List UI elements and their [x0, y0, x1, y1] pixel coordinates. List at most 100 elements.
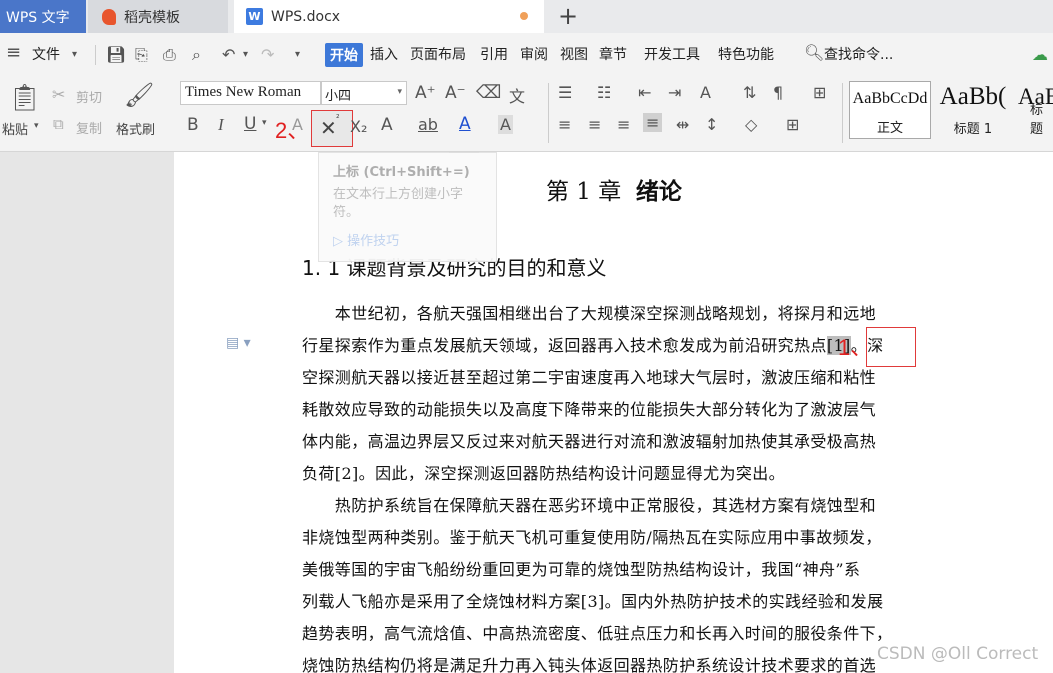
- font-size-value: 小四: [325, 89, 352, 104]
- chevron-down-icon[interactable]: ▾: [243, 49, 248, 60]
- shading-icon[interactable]: ◇: [745, 115, 757, 134]
- document-area: 第 1 章 绪论 1. 1 课题背景及研究的目的和意义 本世纪初，各航天强国相继…: [0, 152, 1053, 673]
- bold-button[interactable]: B: [187, 115, 199, 135]
- style-sample: AaBbCcDd: [852, 90, 928, 107]
- line-spacing-icon[interactable]: ↕: [705, 115, 718, 134]
- redo-icon[interactable]: ↷: [261, 45, 274, 64]
- justify-icon[interactable]: ≡: [643, 113, 663, 132]
- chinese-layout-icon[interactable]: A: [700, 83, 711, 102]
- tab-document[interactable]: W WPS.docx: [234, 0, 544, 33]
- export-icon[interactable]: ⎘: [135, 45, 148, 65]
- step-1-annotation: 1、: [838, 335, 873, 360]
- format-painter-icon[interactable]: 🖌︎: [124, 81, 154, 109]
- menu-view[interactable]: 视图: [560, 44, 588, 64]
- format-painter-button[interactable]: 格式刷: [116, 119, 155, 138]
- style-heading-1[interactable]: AaBb( 标题 1: [934, 81, 1012, 139]
- phonetic-guide-icon[interactable]: 文: [509, 83, 525, 107]
- tooltip-tips-link[interactable]: ▷ 操作技巧: [333, 230, 482, 249]
- menu-file[interactable]: 文件: [32, 44, 60, 64]
- menu-review[interactable]: 审阅: [520, 44, 548, 64]
- unsaved-dot-icon: [520, 12, 528, 20]
- tab-label: WPS 文字: [6, 9, 70, 26]
- highlight-icon[interactable]: ab: [418, 115, 438, 134]
- chapter-name: 绪论: [635, 179, 682, 205]
- text-line: 热防护系统旨在保障航天器在恶劣环境中正常服役，其选材方案有烧蚀型和: [302, 496, 877, 515]
- align-left-icon[interactable]: ≡: [558, 115, 571, 134]
- hamburger-icon[interactable]: ≡: [6, 42, 21, 63]
- style-heading[interactable]: AaB 标题: [1018, 81, 1053, 139]
- show-marks-icon[interactable]: ¶: [773, 83, 783, 102]
- divider: [548, 83, 549, 143]
- superscript-button[interactable]: ✕ ²: [311, 110, 353, 147]
- shrink-font-icon[interactable]: A⁻: [445, 83, 466, 103]
- paragraph-tool-icon[interactable]: ▤ ▾: [226, 335, 251, 351]
- tab-label: WPS.docx: [271, 8, 341, 25]
- menu-features[interactable]: 特色功能: [718, 44, 774, 64]
- save-icon[interactable]: 💾︎: [106, 45, 126, 64]
- align-right-icon[interactable]: ≡: [617, 115, 630, 134]
- chapter-number: 第 1 章: [546, 179, 622, 205]
- print-preview-icon[interactable]: ⌕: [192, 45, 201, 65]
- scissors-icon[interactable]: ✂: [52, 85, 65, 104]
- increase-indent-icon[interactable]: ⇥: [668, 83, 681, 102]
- menu-bar: ≡ 文件 ▾ 💾︎ ⎘ ⎙ ⌕ ↶ ▾ ↷ ▾ 开始 插入 页面布局 引用 审阅…: [0, 33, 1053, 77]
- document-page[interactable]: 第 1 章 绪论 1. 1 课题背景及研究的目的和意义 本世纪初，各航天强国相继…: [174, 152, 1053, 673]
- chevron-down-icon[interactable]: ▾: [34, 121, 39, 131]
- clear-format-icon[interactable]: ⌫: [476, 82, 501, 103]
- text-line: 列载人飞船亦是采用了全烧蚀材料方案[3]。国内外热防护技术的实践经验和发展: [302, 592, 884, 611]
- tooltip-description: 在文本行上方创建小字符。: [333, 187, 464, 220]
- copy-button[interactable]: 复制: [76, 118, 102, 137]
- text-line: 非烧蚀型两种类别。鉴于航天飞机可重复使用防/隔热瓦在实际应用中事故频发，: [302, 528, 882, 547]
- tab-wps-writer[interactable]: WPS 文字: [0, 0, 86, 33]
- sort-icon[interactable]: ⇅: [743, 83, 756, 102]
- superscript-tooltip: 上标 (Ctrl+Shift+=) 在文本行上方创建小字符。 ▷ 操作技巧: [318, 152, 497, 262]
- menu-developer[interactable]: 开发工具: [644, 44, 700, 64]
- font-name-select[interactable]: Times New Roman: [180, 81, 321, 105]
- menu-start[interactable]: 开始: [325, 43, 363, 67]
- font-size-select[interactable]: 小四 ▾: [321, 81, 407, 105]
- bullet-list-icon[interactable]: ☰: [558, 83, 572, 102]
- chevron-down-icon[interactable]: ▾: [295, 49, 300, 60]
- menu-page-layout[interactable]: 页面布局: [410, 44, 466, 64]
- font-color-icon[interactable]: A: [459, 114, 471, 134]
- align-center-icon[interactable]: ≡: [588, 115, 601, 134]
- text-effect-icon[interactable]: A: [381, 115, 393, 135]
- search-command[interactable]: 查找命令...: [824, 44, 893, 64]
- decrease-indent-icon[interactable]: ⇤: [638, 83, 651, 102]
- italic-button[interactable]: I: [218, 115, 224, 135]
- cloud-icon[interactable]: ☁: [1032, 45, 1048, 64]
- paste-icon[interactable]: 📋︎: [8, 83, 41, 113]
- paste-button[interactable]: 粘贴: [2, 119, 28, 138]
- char-shading-icon[interactable]: A: [498, 115, 513, 134]
- copy-icon[interactable]: ⧉: [53, 115, 64, 133]
- distribute-icon[interactable]: ⇹: [676, 115, 689, 134]
- cut-button[interactable]: 剪切: [76, 87, 102, 106]
- add-tab-button[interactable]: +: [558, 2, 578, 30]
- play-icon: ▷: [333, 234, 348, 249]
- tab-label: 稻壳模板: [124, 9, 180, 26]
- text-line: 本世纪初，各航天强国相继出台了大规模深空探测战略规划，将探月和远地: [302, 304, 877, 323]
- divider: [95, 45, 96, 65]
- text-run: 行星探索作为重点发展航天领域，返回器再入技术愈发成为前沿研究热点: [302, 336, 827, 355]
- tab-template[interactable]: 稻壳模板: [88, 0, 228, 33]
- menu-section[interactable]: 章节: [599, 44, 627, 64]
- chevron-down-icon[interactable]: ▾: [262, 118, 267, 128]
- numbered-list-icon[interactable]: ☷: [597, 83, 611, 102]
- subscript-icon[interactable]: X₂: [350, 117, 367, 136]
- divider: [842, 83, 843, 143]
- menu-references[interactable]: 引用: [480, 44, 508, 64]
- chevron-down-icon[interactable]: ▾: [72, 49, 77, 60]
- menu-insert[interactable]: 插入: [370, 44, 398, 64]
- grow-font-icon[interactable]: A⁺: [415, 83, 436, 103]
- style-normal[interactable]: AaBbCcDd 正文: [849, 81, 931, 139]
- table-layout-icon[interactable]: ⊞: [813, 83, 826, 102]
- underline-button[interactable]: U: [244, 114, 256, 134]
- undo-icon[interactable]: ↶: [222, 45, 235, 64]
- text-line: 耗散效应导致的动能损失以及高度下降带来的位能损失大部分转化为了激波层气: [302, 400, 877, 419]
- text-line: 趋势表明，高气流焓值、中高热流密度、低驻点压力和长再入时间的服役条件下，: [302, 624, 893, 643]
- print-icon[interactable]: ⎙: [163, 45, 176, 65]
- borders-icon[interactable]: ⊞: [786, 115, 799, 134]
- watermark: CSDN @Oll Correct: [877, 644, 1039, 664]
- daoke-logo-icon: [102, 8, 116, 25]
- text-line: 空探测航天器以接近甚至超过第二宇宙速度再入地球大气层时，激波压缩和粘性: [302, 368, 877, 387]
